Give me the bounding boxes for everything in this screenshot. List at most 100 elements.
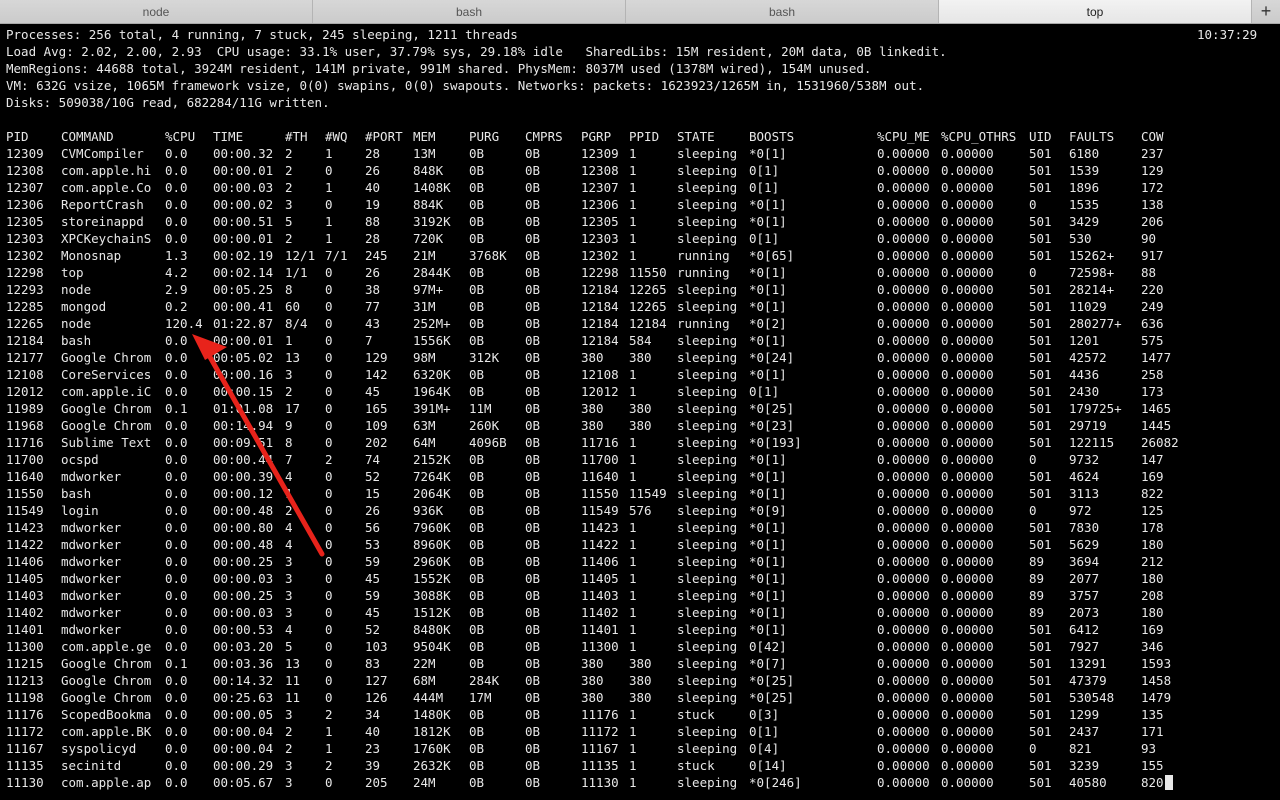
table-cell: 1	[629, 231, 637, 246]
table-cell: 2	[285, 231, 293, 246]
table-cell: sleeping	[677, 469, 738, 484]
table-cell: 0.0	[165, 197, 188, 212]
table-cell: 11300	[581, 639, 619, 654]
table-cell: 89	[1029, 588, 1045, 603]
table-cell: 12293	[6, 282, 44, 297]
table-cell: sleeping	[677, 690, 738, 705]
new-tab-button[interactable]: +	[1252, 0, 1280, 23]
table-cell: 15	[365, 486, 381, 501]
table-cell: 88	[365, 214, 381, 229]
table-cell: stuck	[677, 758, 715, 773]
table-cell: 00:00.29	[213, 758, 274, 773]
table-cell: *0[1]	[749, 554, 787, 569]
table-cell: 380	[629, 673, 652, 688]
table-cell: 11	[285, 673, 301, 688]
table-cell: 3757	[1069, 588, 1100, 603]
table-cell: 165	[365, 401, 388, 416]
table-cell: 53	[365, 537, 381, 552]
table-cell: 8480K	[413, 622, 451, 637]
table-cell: 103	[365, 639, 388, 654]
table-cell: 0	[325, 775, 333, 790]
table-cell: *0[1]	[749, 571, 787, 586]
table-cell: 169	[1141, 469, 1164, 484]
table-cell: *0[1]	[749, 452, 787, 467]
column-header-5: #WQ	[325, 129, 348, 144]
table-cell: 00:00.80	[213, 520, 274, 535]
column-header-15: %CPU_OTHRS	[941, 129, 1017, 144]
column-header-13: BOOSTS	[749, 129, 795, 144]
table-cell: sleeping	[677, 554, 738, 569]
table-cell: 11716	[581, 435, 619, 450]
table-cell: 0B	[525, 197, 541, 212]
table-cell: 0.2	[165, 299, 188, 314]
table-cell: 11172	[581, 724, 619, 739]
table-cell: 0.00000	[941, 656, 994, 671]
table-cell: *0[9]	[749, 503, 787, 518]
table-cell: 501	[1029, 146, 1052, 161]
table-cell: 0.00000	[941, 486, 994, 501]
table-cell: 00:14.94	[213, 418, 274, 433]
table-cell: sleeping	[677, 367, 738, 382]
table-cell: stuck	[677, 707, 715, 722]
table-cell: sleeping	[677, 299, 738, 314]
table-cell: 501	[1029, 214, 1052, 229]
table-cell: 15262+	[1069, 248, 1115, 263]
table-cell: 0.0	[165, 639, 188, 654]
table-cell: 11176	[581, 707, 619, 722]
table-cell: *0[65]	[749, 248, 795, 263]
table-cell: 0.00000	[941, 673, 994, 688]
table-cell: 1477	[1141, 350, 1172, 365]
table-cell: *0[25]	[749, 673, 795, 688]
table-cell: 0[1]	[749, 384, 780, 399]
table-cell: 0B	[525, 163, 541, 178]
table-cell: 2	[285, 163, 293, 178]
table-cell: 0B	[525, 588, 541, 603]
table-cell: 636	[1141, 316, 1164, 331]
table-cell: 380	[629, 401, 652, 416]
table-cell: 501	[1029, 775, 1052, 790]
tab-3-top[interactable]: top	[939, 0, 1252, 23]
table-cell: 0.00000	[877, 605, 930, 620]
table-cell: com.apple.Co	[61, 180, 152, 195]
table-cell: 120.4	[165, 316, 203, 331]
table-cell: 1.3	[165, 248, 188, 263]
table-cell: 00:00.03	[213, 571, 274, 586]
terminal-output[interactable]: Processes: 256 total, 4 running, 7 stuck…	[0, 24, 1280, 800]
table-cell: 24M	[413, 775, 436, 790]
table-cell: 0.00000	[941, 775, 994, 790]
table-cell: 00:02.14	[213, 265, 274, 280]
table-cell: 2	[285, 384, 293, 399]
table-cell: 284K	[469, 673, 500, 688]
tab-2-bash[interactable]: bash	[626, 0, 939, 23]
table-cell: 3768K	[469, 248, 507, 263]
table-cell: 11550	[6, 486, 44, 501]
table-cell: 0B	[469, 622, 485, 637]
table-cell: 122115	[1069, 435, 1115, 450]
table-cell: 0[1]	[749, 724, 780, 739]
table-cell: 68M	[413, 673, 436, 688]
table-cell: 1	[629, 724, 637, 739]
table-cell: 11405	[581, 571, 619, 586]
table-cell: Google Chrom	[61, 350, 152, 365]
table-cell: 501	[1029, 724, 1052, 739]
tab-1-bash[interactable]: bash	[313, 0, 626, 23]
column-header-16: UID	[1029, 129, 1052, 144]
table-cell: 0.00000	[941, 758, 994, 773]
table-cell: 0B	[525, 673, 541, 688]
table-cell: 720K	[413, 231, 444, 246]
tab-0-node[interactable]: node	[0, 0, 313, 23]
column-header-7: MEM	[413, 129, 436, 144]
table-cell: 12265	[629, 299, 667, 314]
table-cell: 127	[365, 673, 388, 688]
table-cell: 0.0	[165, 503, 188, 518]
table-cell: 0B	[525, 418, 541, 433]
table-cell: 0.00000	[941, 163, 994, 178]
table-cell: 1480K	[413, 707, 451, 722]
table-cell: 0.00000	[941, 605, 994, 620]
clock: 10:37:29	[1197, 27, 1258, 42]
table-cell: 0	[325, 503, 333, 518]
table-cell: 1465	[1141, 401, 1172, 416]
table-cell: sleeping	[677, 486, 738, 501]
table-cell: *0[1]	[749, 265, 787, 280]
table-cell: 1	[629, 180, 637, 195]
